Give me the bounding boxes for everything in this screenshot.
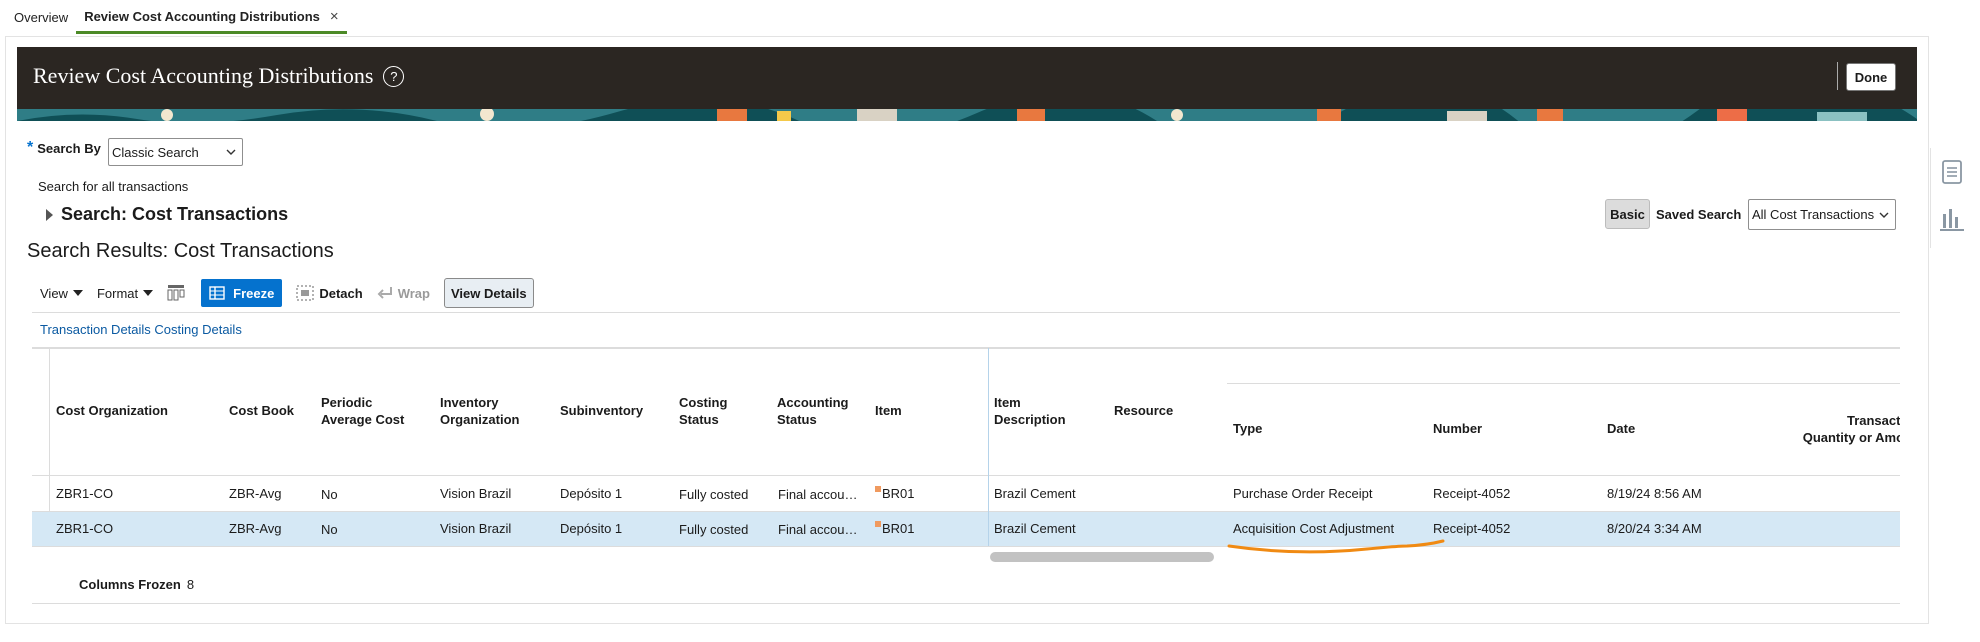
- cell-periodic-average-cost: No: [321, 522, 338, 537]
- toolbar-divider: [32, 312, 1900, 313]
- cell-cost-organization: ZBR1-CO: [56, 521, 114, 536]
- flag-icon: [875, 521, 881, 527]
- search-hint: Search for all transactions: [38, 179, 189, 194]
- cell-type: Acquisition Cost Adjustment: [1233, 521, 1395, 536]
- results-toolbar: View Format Freeze Detach Wrap View Deta…: [40, 278, 548, 308]
- view-menu[interactable]: View: [40, 286, 83, 301]
- detach-button[interactable]: Detach: [296, 285, 363, 301]
- tab-review-cost-accounting[interactable]: Review Cost Accounting Distributions ×: [76, 1, 347, 34]
- close-icon[interactable]: ×: [330, 1, 339, 33]
- cell-inventory-organization: Vision Brazil: [440, 486, 512, 501]
- chevron-down-icon: [1879, 212, 1889, 218]
- col-subinventory[interactable]: Subinventory: [560, 402, 643, 419]
- wrap-button[interactable]: Wrap: [377, 286, 430, 301]
- freeze-button[interactable]: Freeze: [201, 279, 283, 307]
- cell-accounting-status: Final accou…: [778, 522, 858, 537]
- page-title: Review Cost Accounting Distributions ?: [33, 63, 405, 89]
- basic-search-button[interactable]: Basic: [1605, 199, 1650, 229]
- bar-chart-icon[interactable]: [1936, 203, 1968, 235]
- tab-overview[interactable]: Overview: [6, 2, 76, 34]
- cell-item[interactable]: BR01: [875, 521, 915, 536]
- chevron-down-icon: [226, 149, 236, 155]
- tab-bar: Overview Review Cost Accounting Distribu…: [0, 0, 1980, 34]
- cell-number: Receipt-4052: [1433, 521, 1511, 536]
- col-item-description[interactable]: Item Description: [994, 394, 1066, 428]
- col-inventory-organization[interactable]: Inventory Organization: [440, 394, 519, 428]
- help-icon[interactable]: ?: [383, 65, 405, 87]
- horizontal-scrollbar[interactable]: [990, 552, 1214, 562]
- col-item[interactable]: Item: [875, 402, 902, 419]
- col-periodic-average-cost[interactable]: Periodic Average Cost: [321, 394, 404, 428]
- col-accounting-status[interactable]: Accounting Status: [777, 394, 849, 428]
- cell-type: Purchase Order Receipt: [1233, 486, 1373, 501]
- col-number[interactable]: Number: [1433, 420, 1482, 437]
- col-costing-status[interactable]: Costing Status: [679, 394, 727, 428]
- annotation-underline: [1227, 539, 1445, 554]
- done-button[interactable]: Done: [1846, 63, 1896, 91]
- freeze-icon: [209, 286, 225, 300]
- col-date[interactable]: Date: [1607, 420, 1635, 437]
- header-bottom-border: [32, 475, 1900, 476]
- cell-date: 8/19/24 8:56 AM: [1607, 486, 1702, 501]
- search-by-select[interactable]: Classic Search: [108, 138, 243, 166]
- search-section-header[interactable]: Search: Cost Transactions: [46, 204, 288, 225]
- col-resource[interactable]: Resource: [1114, 402, 1173, 419]
- results-table: Cost Organization Cost Book Periodic Ave…: [32, 348, 1900, 568]
- cell-item-description: Brazil Cement: [994, 521, 1076, 536]
- footer-divider: [32, 603, 1900, 604]
- caret-down-icon: [143, 290, 154, 296]
- cell-costing-status: Fully costed: [679, 487, 749, 502]
- row-divider: [32, 546, 1900, 547]
- cell-item[interactable]: BR01: [875, 486, 915, 501]
- cell-cost-book: ZBR-Avg: [229, 486, 282, 501]
- col-transaction-quantity[interactable]: Transactio Quantity or Amou: [1782, 412, 1900, 446]
- table-top-border: [32, 348, 1900, 349]
- row-divider: [32, 511, 1900, 512]
- cell-date: 8/20/24 3:34 AM: [1607, 521, 1702, 536]
- document-panel-icon[interactable]: [1936, 156, 1968, 188]
- column-settings-button[interactable]: [167, 284, 187, 302]
- cell-item-description: Brazil Cement: [994, 486, 1076, 501]
- search-by-label: * Search By: [27, 139, 101, 156]
- header-divider: [1837, 62, 1838, 90]
- flag-icon: [875, 486, 881, 492]
- cell-costing-status: Fully costed: [679, 522, 749, 537]
- caret-down-icon: [72, 290, 83, 296]
- cell-subinventory: Depósito 1: [560, 486, 623, 501]
- saved-search-select[interactable]: All Cost Transactions: [1748, 199, 1896, 230]
- wrap-icon: [377, 287, 392, 299]
- freeze-column-line: [988, 348, 989, 546]
- cell-accounting-status: Final accou…: [778, 487, 858, 502]
- column-icon: [167, 285, 185, 301]
- format-menu[interactable]: Format: [97, 286, 154, 301]
- col-cost-organization[interactable]: Cost Organization: [56, 402, 168, 419]
- view-details-button[interactable]: View Details: [443, 278, 534, 308]
- cell-number: Receipt-4052: [1433, 486, 1511, 501]
- expand-triangle-icon[interactable]: [46, 208, 53, 221]
- cell-cost-organization: ZBR1-CO: [56, 486, 114, 501]
- cell-inventory-organization: Vision Brazil: [440, 521, 512, 536]
- banner-decoration: [17, 109, 1917, 121]
- col-cost-book[interactable]: Cost Book: [229, 402, 294, 419]
- detach-icon: [296, 285, 314, 301]
- column-group-divider: [1227, 383, 1900, 384]
- cell-periodic-average-cost: No: [321, 487, 338, 502]
- cell-subinventory: Depósito 1: [560, 521, 623, 536]
- col-type[interactable]: Type: [1233, 420, 1262, 437]
- page-header-banner: Review Cost Accounting Distributions ? D…: [17, 47, 1917, 121]
- required-marker: *: [27, 139, 34, 156]
- breadcrumb[interactable]: Transaction Details Costing Details: [40, 322, 242, 337]
- cell-cost-book: ZBR-Avg: [229, 521, 282, 536]
- columns-frozen-status: Columns Frozen 8: [79, 577, 195, 592]
- saved-search-label: Saved Search: [1656, 207, 1742, 222]
- results-title: Search Results: Cost Transactions: [27, 240, 334, 262]
